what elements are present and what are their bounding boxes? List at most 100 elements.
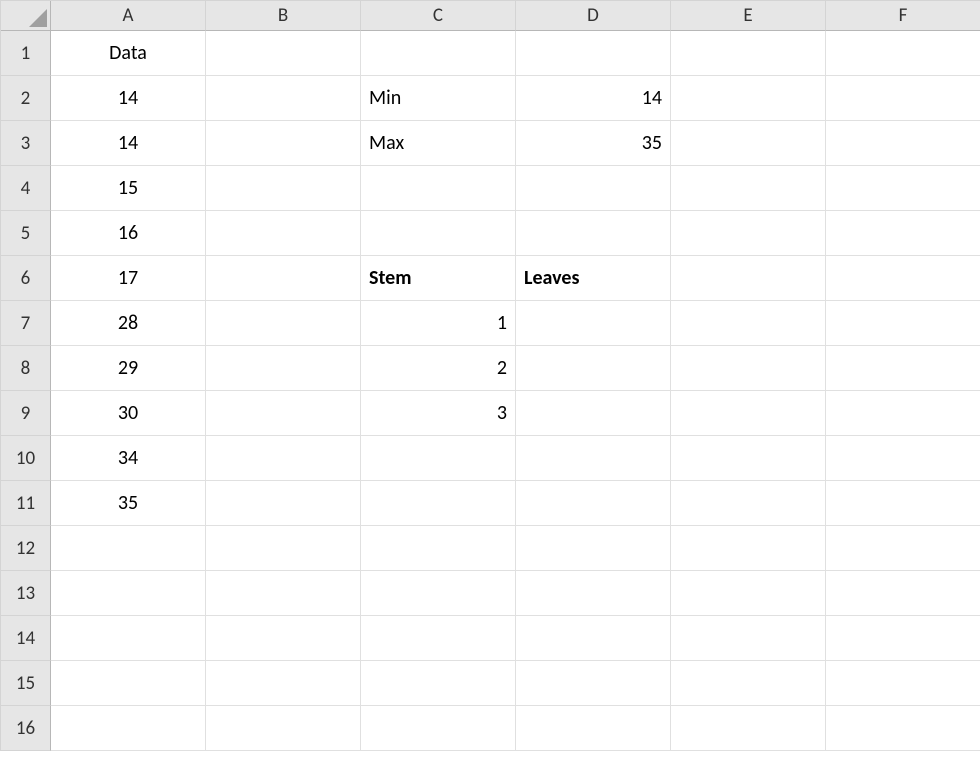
cell-E10[interactable] — [671, 436, 826, 481]
cell-F16[interactable] — [826, 706, 980, 751]
row-header-8[interactable]: 8 — [1, 346, 51, 391]
cell-F15[interactable] — [826, 661, 980, 706]
cell-A11[interactable]: 35 — [51, 481, 206, 526]
cell-D6[interactable]: Leaves — [516, 256, 671, 301]
col-header-A[interactable]: A — [51, 1, 206, 31]
cell-F12[interactable] — [826, 526, 980, 571]
cell-C11[interactable] — [361, 481, 516, 526]
cell-B12[interactable] — [206, 526, 361, 571]
row-header-4[interactable]: 4 — [1, 166, 51, 211]
row-header-5[interactable]: 5 — [1, 211, 51, 256]
cell-F13[interactable] — [826, 571, 980, 616]
cell-A16[interactable] — [51, 706, 206, 751]
select-all-corner[interactable] — [1, 1, 51, 31]
cell-F5[interactable] — [826, 211, 980, 256]
cell-A13[interactable] — [51, 571, 206, 616]
row-header-2[interactable]: 2 — [1, 76, 51, 121]
cell-D2[interactable]: 14 — [516, 76, 671, 121]
row-header-9[interactable]: 9 — [1, 391, 51, 436]
cell-B15[interactable] — [206, 661, 361, 706]
cell-F2[interactable] — [826, 76, 980, 121]
col-header-E[interactable]: E — [671, 1, 826, 31]
cell-A15[interactable] — [51, 661, 206, 706]
cell-D14[interactable] — [516, 616, 671, 661]
cell-E11[interactable] — [671, 481, 826, 526]
cell-E14[interactable] — [671, 616, 826, 661]
cell-B1[interactable] — [206, 31, 361, 76]
cell-C14[interactable] — [361, 616, 516, 661]
cell-B14[interactable] — [206, 616, 361, 661]
row-header-7[interactable]: 7 — [1, 301, 51, 346]
cell-F14[interactable] — [826, 616, 980, 661]
cell-D13[interactable] — [516, 571, 671, 616]
cell-B13[interactable] — [206, 571, 361, 616]
cell-D16[interactable] — [516, 706, 671, 751]
cell-C8[interactable]: 2 — [361, 346, 516, 391]
cell-A6[interactable]: 17 — [51, 256, 206, 301]
cell-C1[interactable] — [361, 31, 516, 76]
cell-B11[interactable] — [206, 481, 361, 526]
cell-C13[interactable] — [361, 571, 516, 616]
cell-B2[interactable] — [206, 76, 361, 121]
cell-B3[interactable] — [206, 121, 361, 166]
row-header-11[interactable]: 11 — [1, 481, 51, 526]
cell-B6[interactable] — [206, 256, 361, 301]
col-header-C[interactable]: C — [361, 1, 516, 31]
cell-E12[interactable] — [671, 526, 826, 571]
cell-A4[interactable]: 15 — [51, 166, 206, 211]
cell-A1[interactable]: Data — [51, 31, 206, 76]
cell-C3[interactable]: Max — [361, 121, 516, 166]
cell-C12[interactable] — [361, 526, 516, 571]
cell-C2[interactable]: Min — [361, 76, 516, 121]
cell-B9[interactable] — [206, 391, 361, 436]
cell-D4[interactable] — [516, 166, 671, 211]
cell-A5[interactable]: 16 — [51, 211, 206, 256]
row-header-16[interactable]: 16 — [1, 706, 51, 751]
cell-E1[interactable] — [671, 31, 826, 76]
cell-E8[interactable] — [671, 346, 826, 391]
cell-B4[interactable] — [206, 166, 361, 211]
cell-E3[interactable] — [671, 121, 826, 166]
row-header-13[interactable]: 13 — [1, 571, 51, 616]
cell-B7[interactable] — [206, 301, 361, 346]
cell-E7[interactable] — [671, 301, 826, 346]
cell-C9[interactable]: 3 — [361, 391, 516, 436]
cell-F10[interactable] — [826, 436, 980, 481]
cell-B8[interactable] — [206, 346, 361, 391]
cell-D9[interactable] — [516, 391, 671, 436]
cell-D15[interactable] — [516, 661, 671, 706]
cell-A7[interactable]: 28 — [51, 301, 206, 346]
cell-C15[interactable] — [361, 661, 516, 706]
cell-C7[interactable]: 1 — [361, 301, 516, 346]
row-header-10[interactable]: 10 — [1, 436, 51, 481]
col-header-F[interactable]: F — [826, 1, 980, 31]
cell-E5[interactable] — [671, 211, 826, 256]
cell-E15[interactable] — [671, 661, 826, 706]
cell-F7[interactable] — [826, 301, 980, 346]
cell-F11[interactable] — [826, 481, 980, 526]
cell-F8[interactable] — [826, 346, 980, 391]
cell-F1[interactable] — [826, 31, 980, 76]
cell-B16[interactable] — [206, 706, 361, 751]
col-header-D[interactable]: D — [516, 1, 671, 31]
row-header-3[interactable]: 3 — [1, 121, 51, 166]
cell-C5[interactable] — [361, 211, 516, 256]
cell-C4[interactable] — [361, 166, 516, 211]
cell-D12[interactable] — [516, 526, 671, 571]
cell-E4[interactable] — [671, 166, 826, 211]
cell-A3[interactable]: 14 — [51, 121, 206, 166]
cell-A8[interactable]: 29 — [51, 346, 206, 391]
cell-D10[interactable] — [516, 436, 671, 481]
cell-D5[interactable] — [516, 211, 671, 256]
cell-E9[interactable] — [671, 391, 826, 436]
row-header-1[interactable]: 1 — [1, 31, 51, 76]
cell-B5[interactable] — [206, 211, 361, 256]
cell-A14[interactable] — [51, 616, 206, 661]
cell-C6[interactable]: Stem — [361, 256, 516, 301]
cell-F9[interactable] — [826, 391, 980, 436]
cell-A2[interactable]: 14 — [51, 76, 206, 121]
cell-C10[interactable] — [361, 436, 516, 481]
cell-E13[interactable] — [671, 571, 826, 616]
cell-A9[interactable]: 30 — [51, 391, 206, 436]
cell-D1[interactable] — [516, 31, 671, 76]
